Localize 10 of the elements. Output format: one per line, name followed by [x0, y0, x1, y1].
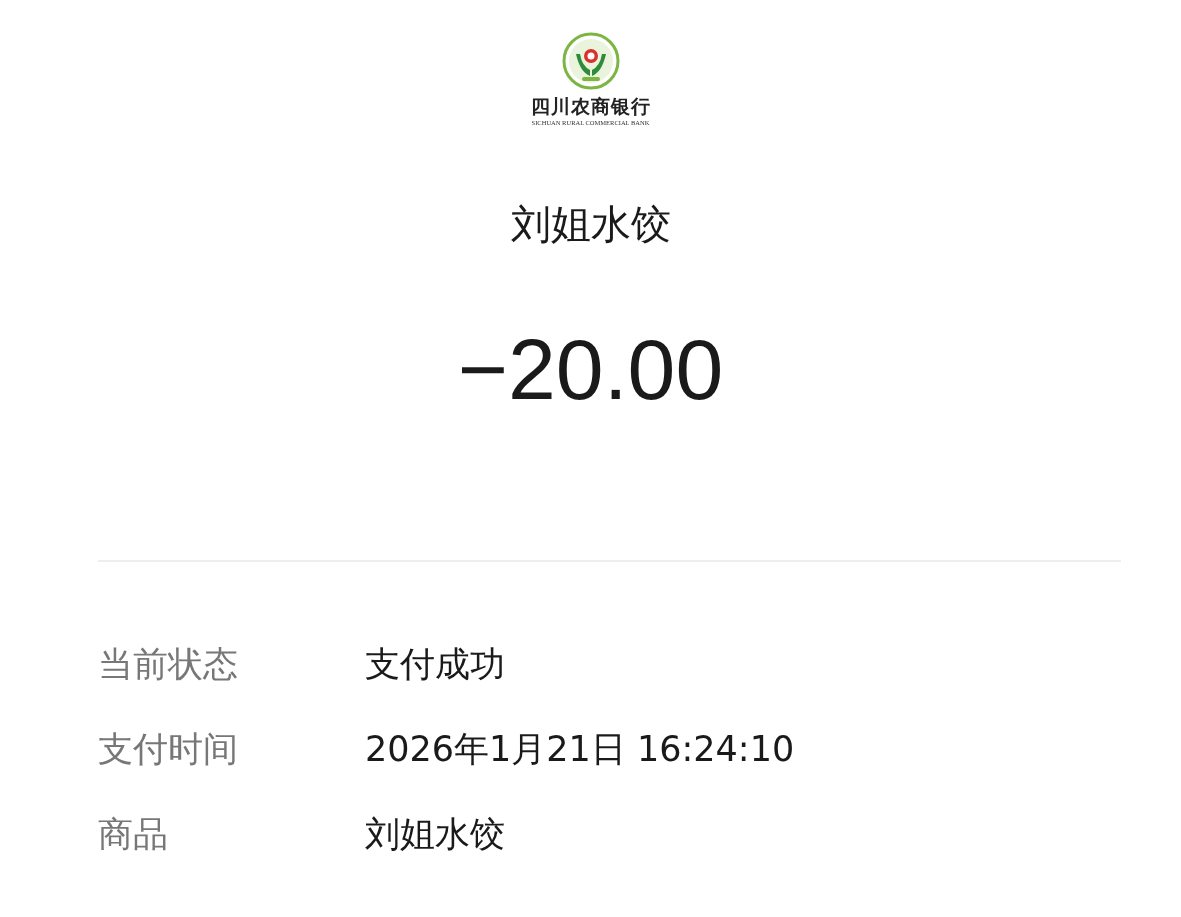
bank-logo-icon	[561, 32, 620, 90]
detail-value: 2026年1月21日 16:24:10	[365, 727, 795, 771]
detail-value: 刘姐水饺	[365, 812, 505, 856]
detail-label: 当前状态	[98, 642, 239, 686]
merchant-name: 刘姐水饺	[510, 200, 671, 249]
payment-amount: −20.00	[457, 320, 724, 420]
detail-label: 商品	[98, 812, 169, 856]
bank-name: 四川农商银行	[530, 96, 651, 117]
detail-label: 支付时间	[98, 727, 239, 771]
detail-value: 支付成功	[365, 642, 505, 686]
